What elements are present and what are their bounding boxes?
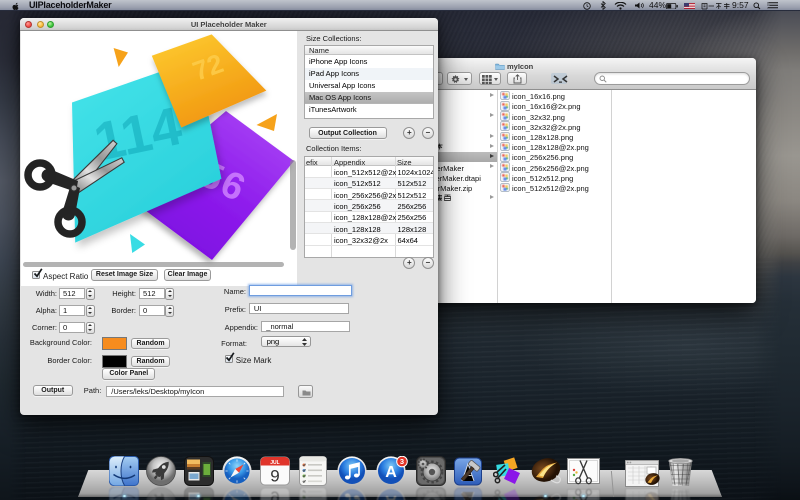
svg-text:9: 9	[270, 487, 279, 500]
svg-text:JUL: JUL	[270, 460, 279, 466]
svg-text:A: A	[385, 464, 397, 481]
svg-text:3: 3	[399, 457, 403, 466]
svg-text:9: 9	[270, 467, 279, 486]
svg-text:A: A	[385, 492, 397, 500]
